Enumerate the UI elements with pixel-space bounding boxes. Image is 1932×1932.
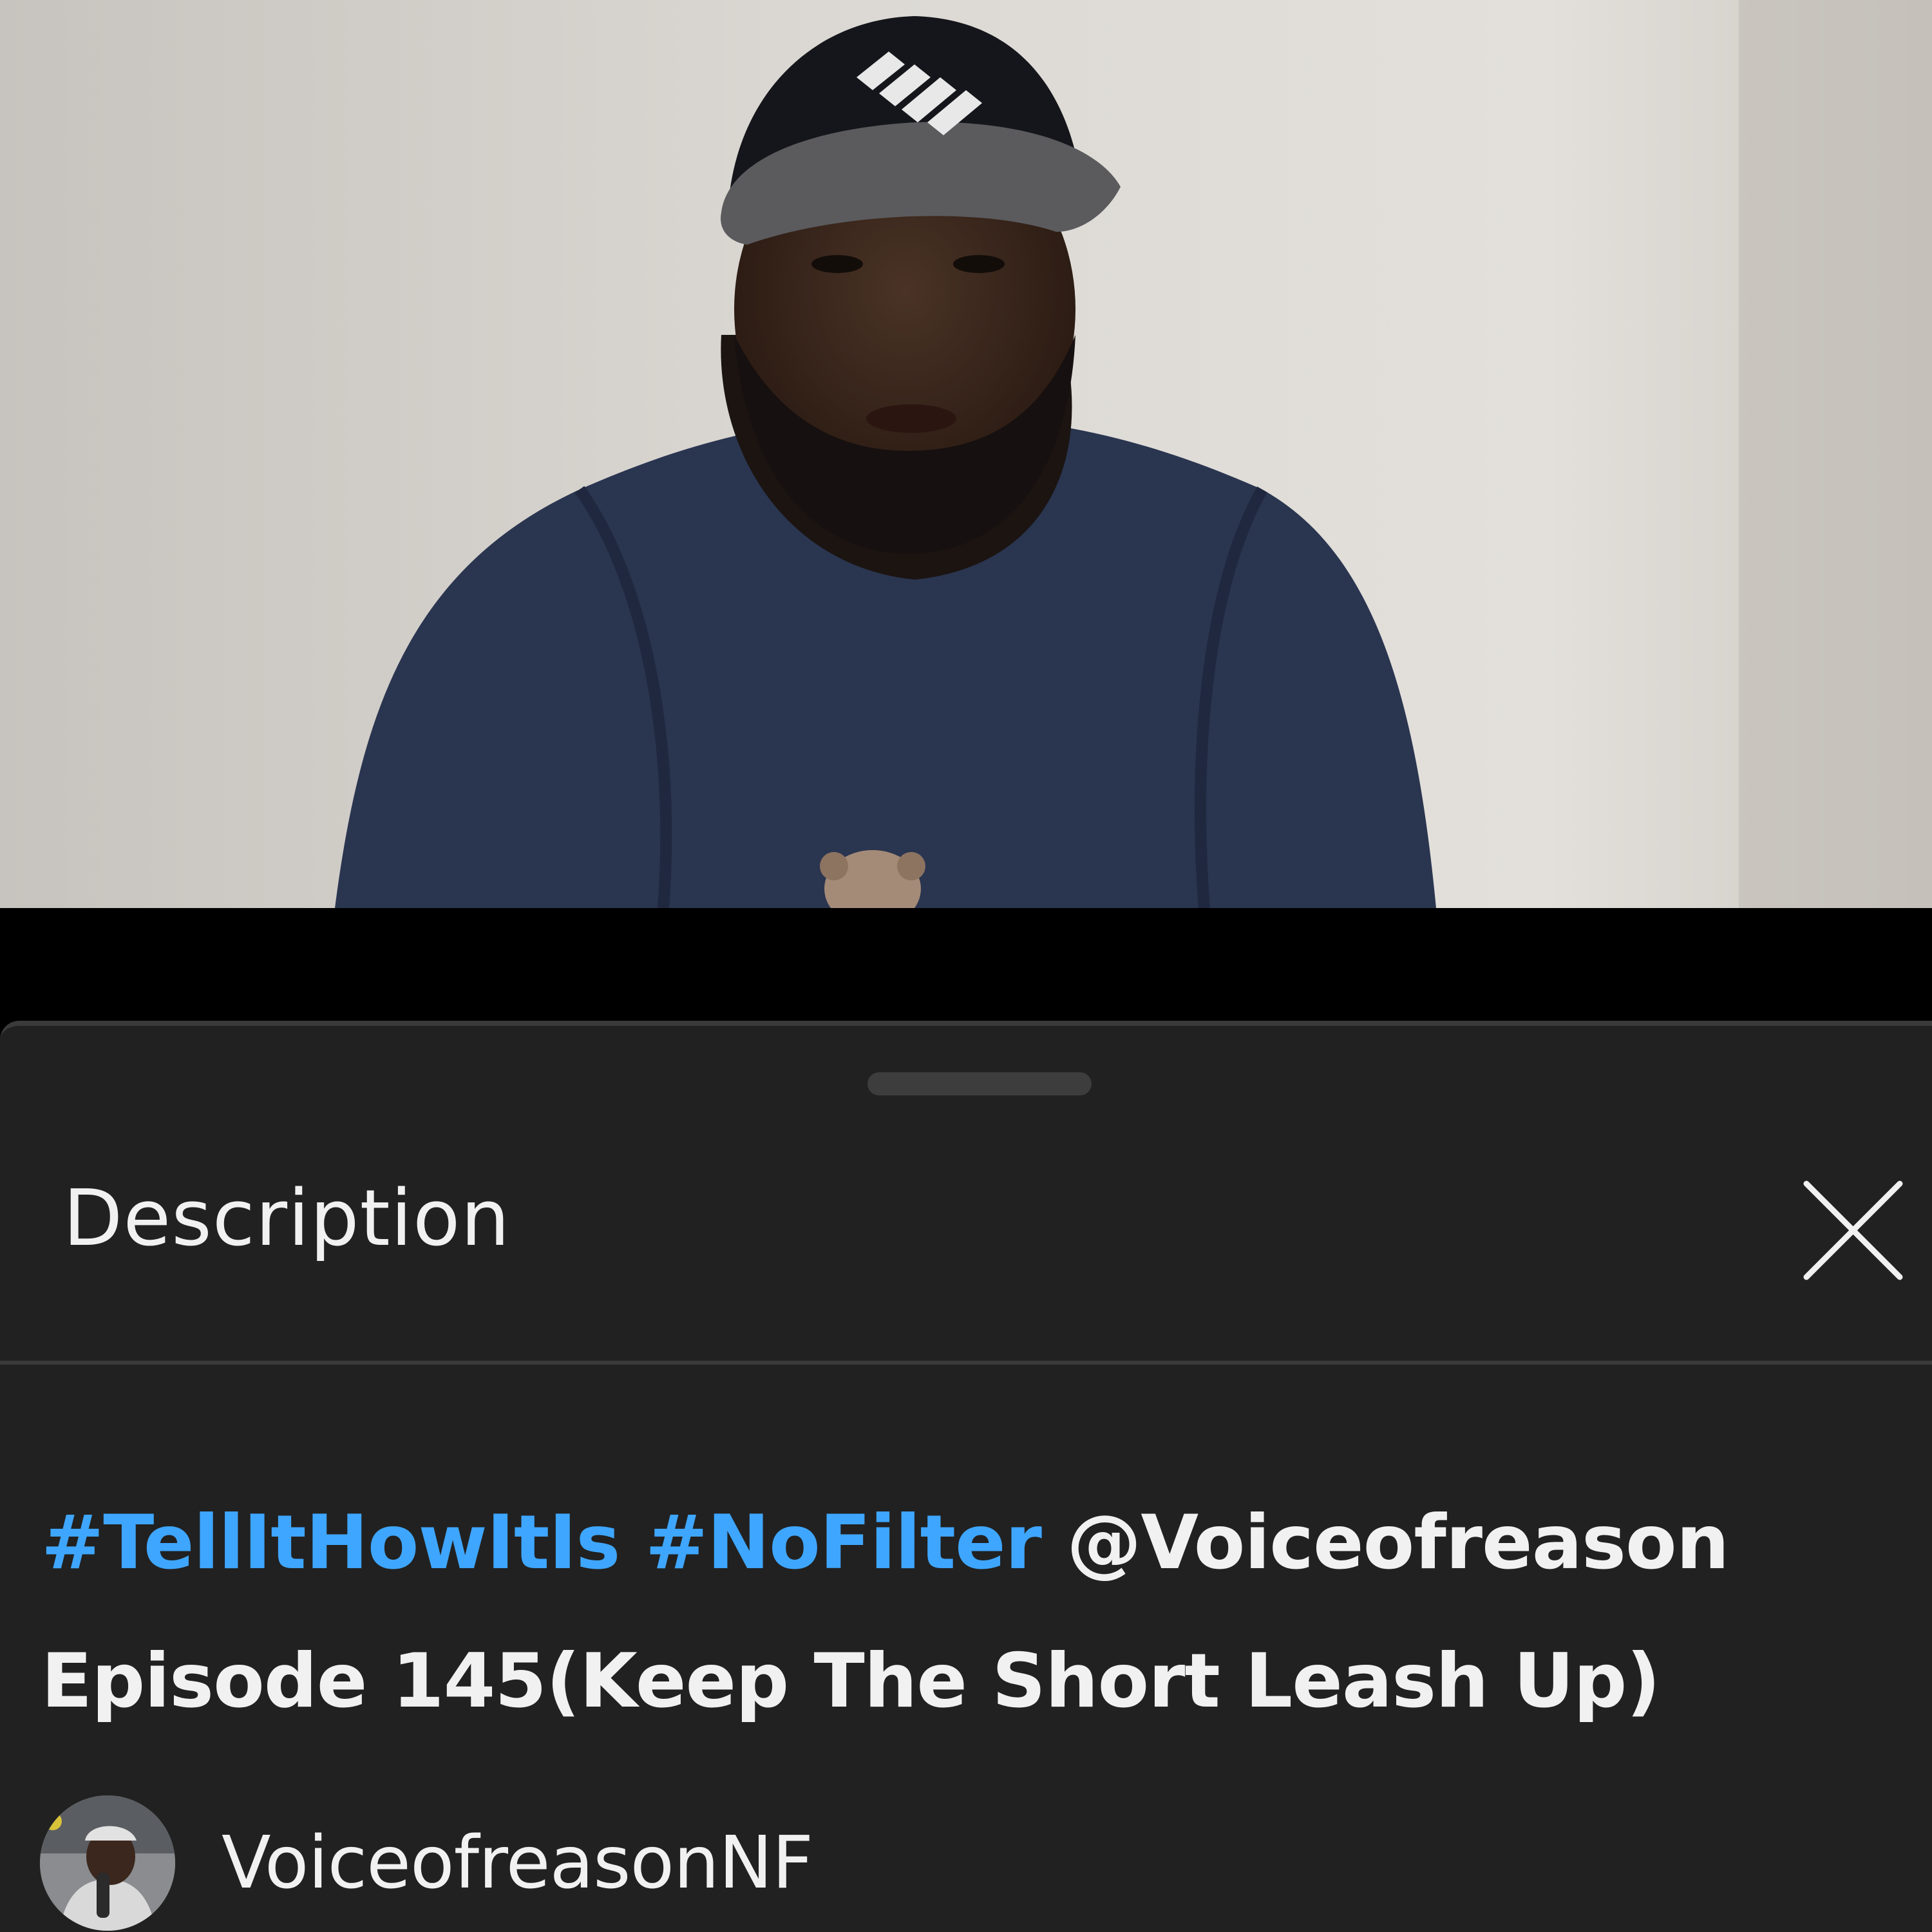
video-letterbox [0,908,1932,1021]
channel-name[interactable]: VoiceofreasonNF [222,1821,813,1905]
description-sheet: Description #TellItHowItIs #NoFilter @Vo… [0,1021,1932,1932]
avatar-image [40,1795,175,1931]
hashtag-link[interactable]: #NoFilter [645,1499,1042,1586]
video-title-line-2: Episode 145(Keep The Short Leash Up) [41,1638,1660,1725]
sheet-title: Description [63,1174,511,1264]
app-root: Description #TellItHowItIs #NoFilter @Vo… [0,0,1932,1932]
hashtag-link[interactable]: #TellItHowItIs [41,1499,620,1586]
video-player[interactable] [0,0,1932,908]
video-title-line-1: #TellItHowItIs #NoFilter @Voiceofreason [41,1506,1729,1580]
mention-link[interactable]: @Voiceofreason [1066,1499,1729,1586]
close-button[interactable] [1794,1171,1913,1290]
channel-avatar[interactable] [40,1795,175,1931]
drag-handle[interactable] [867,1072,1092,1095]
channel-row[interactable]: VoiceofreasonNF [40,1795,813,1931]
video-frame-image [0,0,1932,908]
close-icon [1803,1180,1903,1280]
header-divider [0,1361,1932,1365]
